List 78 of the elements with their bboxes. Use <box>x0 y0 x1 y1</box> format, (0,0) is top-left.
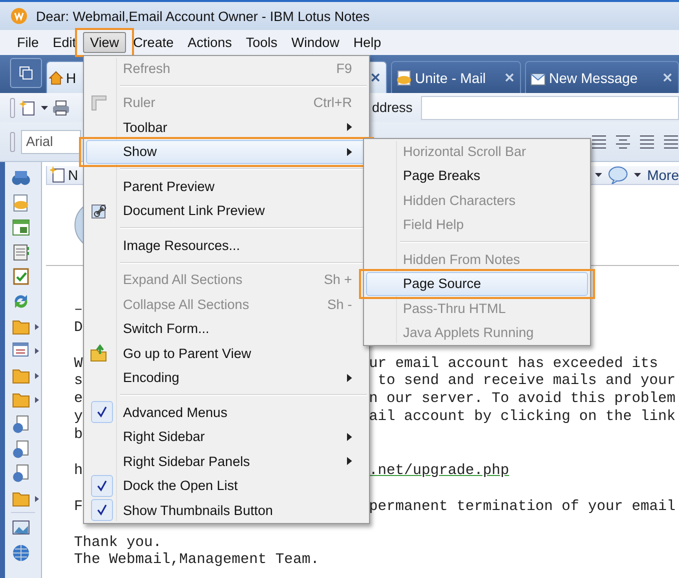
message-text: – <box>74 302 83 318</box>
app-logo-icon <box>10 7 28 25</box>
message-text: The Webmail,Management Team. <box>74 552 320 568</box>
globe-document-icon[interactable] <box>11 414 31 434</box>
caret-icon <box>41 106 48 110</box>
menu-item[interactable]: Go up to Parent View <box>86 341 367 366</box>
checkmark-icon <box>96 480 108 492</box>
submenu-arrow-icon <box>35 372 39 379</box>
stacked-pages-icon <box>19 66 33 80</box>
font-field[interactable]: Arial <box>21 130 81 154</box>
message-text: n our server. To avoid this problem <box>369 391 676 409</box>
tab[interactable]: Unite - Mail <box>391 61 521 93</box>
checkmark-icon <box>96 504 108 516</box>
message-text: s <box>74 373 83 390</box>
speech-bubble-icon[interactable] <box>608 166 628 184</box>
submenu-arrow-icon <box>35 397 39 404</box>
globe-icon[interactable] <box>11 542 31 562</box>
message-text: W <box>74 356 83 372</box>
submenu-arrow-icon <box>35 496 39 502</box>
menu-bar-item[interactable]: Edit <box>46 32 84 53</box>
menu-item[interactable]: Switch Form... <box>86 316 367 341</box>
checkmark-icon <box>96 406 108 418</box>
menu-item[interactable]: Toolbar <box>86 115 367 140</box>
window-title: Dear: Webmail,Email Account Owner - IBM Lotus Notes <box>36 8 370 24</box>
caret-icon <box>595 173 602 177</box>
message-text: ail account by clicking on the link <box>369 409 676 428</box>
address-label: ddress <box>372 100 413 115</box>
menu-bar-item[interactable]: Help <box>346 32 388 53</box>
menu-bar-item[interactable]: Actions <box>180 32 239 53</box>
menu-bar-item[interactable]: Window <box>284 32 346 53</box>
message-text: F <box>74 498 83 515</box>
message-text: e <box>74 391 83 408</box>
menu-item[interactable]: Parent Preview <box>86 174 367 198</box>
text-align-icon[interactable] <box>639 134 655 148</box>
contacts-icon[interactable] <box>11 242 31 262</box>
message-text: D <box>74 320 83 336</box>
message-text: b <box>74 427 83 444</box>
message-text: permanent termination of your email <box>369 498 676 517</box>
menu-item[interactable]: Image Resources... <box>86 233 367 258</box>
new-document-icon[interactable] <box>50 166 66 184</box>
link-text[interactable]: .net/upgrade.php <box>369 462 510 481</box>
new-button-label[interactable]: N <box>68 167 78 183</box>
menu-item[interactable]: Right Sidebar Panels <box>86 449 367 474</box>
message-text: Thank you. <box>74 534 162 551</box>
menu-item[interactable]: Dock the Open List <box>86 474 367 498</box>
menu-bar-item[interactable]: View <box>83 32 126 53</box>
submenu-arrow-icon <box>35 348 39 354</box>
address-field[interactable] <box>420 96 679 120</box>
message-text: to send and receive mails and your <box>376 373 676 391</box>
more-button[interactable]: More <box>647 167 679 183</box>
calendar-icon[interactable] <box>11 217 31 238</box>
mail-icon <box>395 68 413 86</box>
submenu-arrow-icon <box>35 324 39 330</box>
menu-item[interactable]: Show Thumbnails Button <box>86 498 367 522</box>
menu-bar-item[interactable]: File <box>10 32 46 53</box>
mail-icon[interactable] <box>11 192 31 213</box>
menu-item[interactable]: Right Sidebar <box>86 424 367 449</box>
menu-item[interactable]: Encoding <box>86 366 367 390</box>
checklist-icon[interactable] <box>11 266 31 286</box>
message-text: ur email account has exceeded its <box>369 356 658 373</box>
tab[interactable]: New Message <box>525 61 679 93</box>
new-document-icon[interactable] <box>19 98 37 116</box>
menu-item[interactable]: Page Breaks <box>366 164 588 188</box>
binoculars-icon[interactable] <box>11 168 31 188</box>
text-align-icon[interactable] <box>663 134 679 148</box>
menu-item[interactable]: Advanced Menus <box>86 400 367 424</box>
message-text: h <box>74 462 83 479</box>
globe-document-icon[interactable] <box>11 438 31 459</box>
printer-icon[interactable] <box>52 98 70 116</box>
menu-bar-item[interactable]: Tools <box>238 32 284 53</box>
house-icon <box>48 70 64 86</box>
text-align-icon[interactable] <box>615 134 631 148</box>
message-text: y <box>74 409 83 426</box>
caret-icon <box>634 173 642 177</box>
open-list-button[interactable] <box>10 58 42 88</box>
menu-item[interactable]: Document Link Preview <box>86 198 367 223</box>
globe-document-icon[interactable] <box>11 463 31 484</box>
text-align-icon[interactable] <box>591 134 607 148</box>
